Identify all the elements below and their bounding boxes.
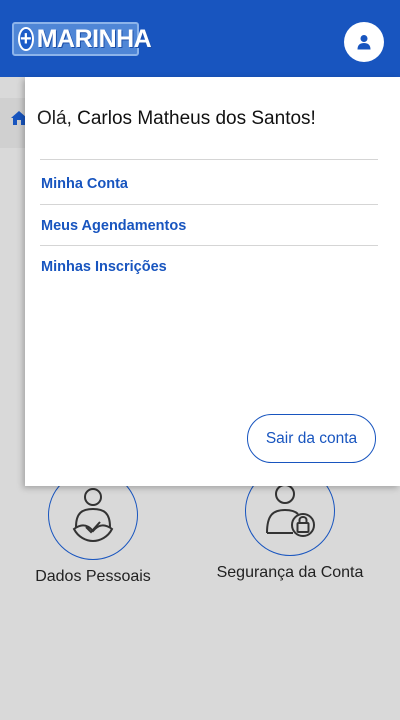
- logo-plus-icon: +: [18, 27, 34, 51]
- person-heart-icon: [72, 488, 114, 543]
- user-menu-panel: Olá, Carlos Matheus dos Santos! Minha Co…: [25, 77, 400, 486]
- divider: [40, 245, 378, 246]
- menu-item-minhas-inscricoes[interactable]: Minhas Inscrições: [41, 259, 167, 275]
- tile-label: Dados Pessoais: [35, 568, 151, 585]
- tile-dados-pessoais[interactable]: Dados Pessoais: [27, 470, 159, 586]
- greeting-prefix: Olá,: [37, 108, 72, 129]
- logout-button[interactable]: Sair da conta: [247, 414, 376, 463]
- user-name: Carlos Matheus dos Santos!: [77, 108, 316, 129]
- user-menu-button[interactable]: [344, 22, 384, 62]
- user-icon: [357, 35, 371, 50]
- app-header: + MARINHA: [0, 0, 400, 77]
- divider: [40, 159, 378, 160]
- logo-text: MARINHA: [36, 24, 152, 53]
- marinha-logo[interactable]: + MARINHA: [12, 22, 152, 56]
- greeting: Olá, Carlos Matheus dos Santos!: [37, 108, 316, 130]
- tile-label: Segurança da Conta: [216, 564, 364, 581]
- menu-item-minha-conta[interactable]: Minha Conta: [41, 176, 128, 192]
- menu-item-meus-agendamentos[interactable]: Meus Agendamentos: [41, 218, 186, 234]
- divider: [40, 204, 378, 205]
- person-lock-icon: [266, 484, 315, 537]
